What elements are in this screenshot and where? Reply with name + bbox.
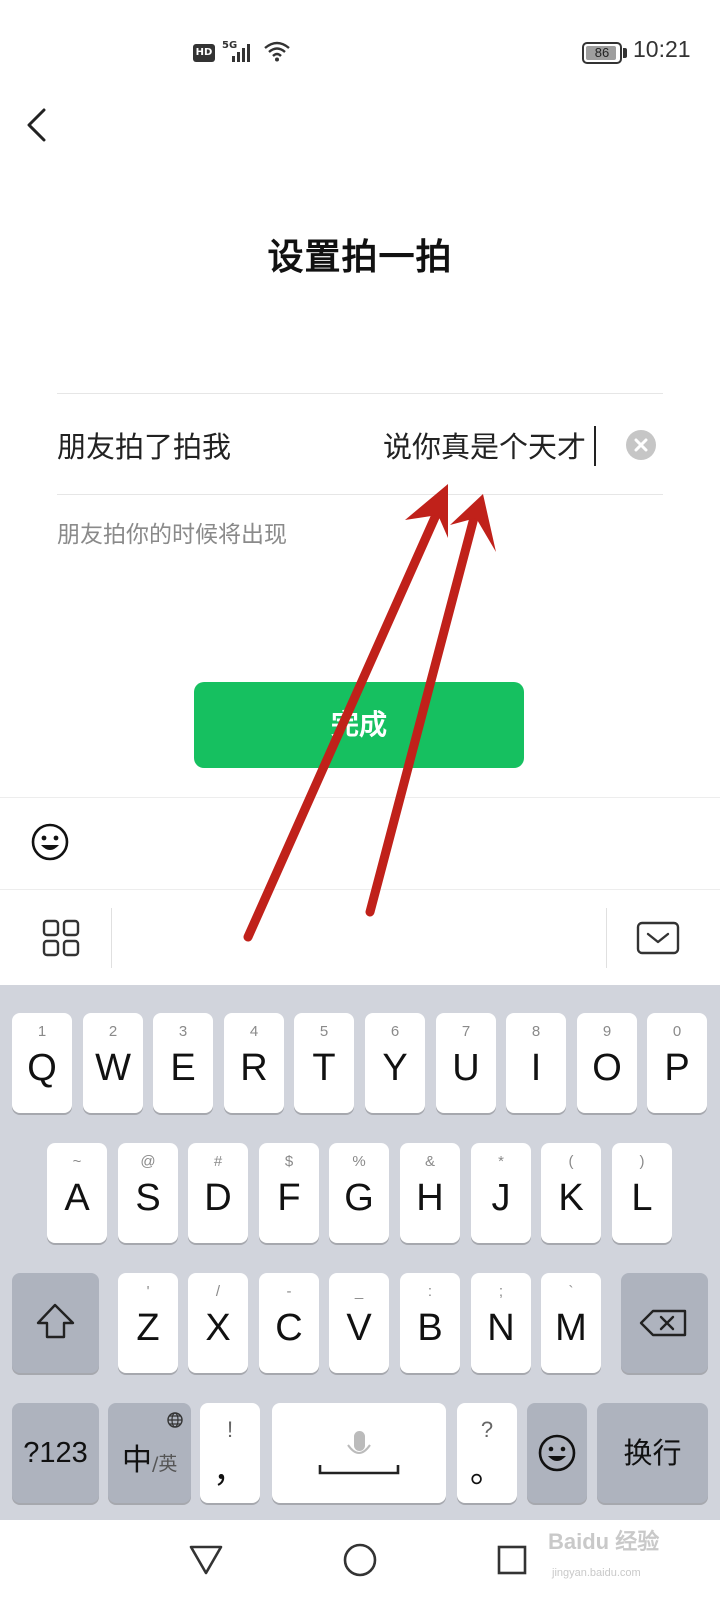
- globe-icon: [167, 1412, 183, 1428]
- emoji-button[interactable]: [30, 822, 70, 862]
- nav-home-button[interactable]: [330, 1530, 390, 1590]
- lang-alt-label: /英: [152, 1453, 178, 1475]
- watermark-url: jingyan.baidu.com: [552, 1567, 641, 1579]
- period-key[interactable]: ? 。: [457, 1403, 517, 1503]
- clear-x-icon: [634, 438, 648, 452]
- key-p[interactable]: 0P: [647, 1013, 707, 1113]
- keyboard-menu-button[interactable]: [8, 890, 118, 986]
- hd-icon: HD: [193, 44, 215, 62]
- lang-main-label: 中: [122, 1443, 152, 1478]
- battery-icon: 86: [582, 42, 622, 64]
- page-title: 设置拍一拍: [267, 237, 453, 278]
- nav-recents-button[interactable]: [482, 1530, 542, 1590]
- smiley-icon: [31, 823, 69, 861]
- field-hint: 朋友拍你的时候将出现: [57, 522, 287, 548]
- emoji-bar: [0, 797, 720, 889]
- grid-menu-icon: [42, 919, 80, 957]
- key-d[interactable]: # D: [188, 1143, 248, 1243]
- battery-level: 86: [594, 45, 610, 60]
- field-label: 朋友拍了拍我: [57, 430, 232, 464]
- key-s[interactable]: @ S: [118, 1143, 178, 1243]
- clock: 10:21: [633, 36, 691, 62]
- key-t[interactable]: 5T: [294, 1013, 354, 1113]
- key-n[interactable]: ; N: [471, 1273, 531, 1373]
- key-r[interactable]: 4R: [224, 1013, 284, 1113]
- key-v[interactable]: _ V: [329, 1273, 389, 1373]
- key-i[interactable]: 8I: [506, 1013, 566, 1113]
- hide-keyboard-button[interactable]: [608, 890, 718, 986]
- shift-key[interactable]: [12, 1273, 99, 1373]
- nav-back-button[interactable]: [176, 1530, 236, 1590]
- shift-arrow-icon: [36, 1303, 75, 1339]
- clear-input-button[interactable]: [626, 430, 656, 460]
- square-recents-icon: [497, 1545, 527, 1575]
- divider: [57, 494, 663, 495]
- signal-icon: [232, 44, 250, 62]
- key-k[interactable]: (K: [541, 1143, 601, 1243]
- key-w[interactable]: 2W: [83, 1013, 143, 1113]
- comma-key[interactable]: ! ，: [200, 1403, 260, 1503]
- key-o[interactable]: 9O: [577, 1013, 637, 1113]
- key-f[interactable]: $ F: [259, 1143, 319, 1243]
- smiley-icon: [538, 1434, 576, 1472]
- backspace-icon: [639, 1309, 687, 1337]
- key-q[interactable]: 1Q: [12, 1013, 72, 1113]
- chevron-left-icon: [27, 108, 46, 142]
- key-b[interactable]: :B: [400, 1273, 460, 1373]
- divider: [57, 393, 663, 394]
- backspace-key[interactable]: [621, 1273, 708, 1373]
- keyboard-emoji-key[interactable]: [527, 1403, 587, 1503]
- space-key[interactable]: [272, 1403, 446, 1503]
- key-a[interactable]: ~ A: [47, 1143, 107, 1243]
- language-switch-key[interactable]: 中 /英: [108, 1403, 191, 1503]
- key-h[interactable]: & H: [400, 1143, 460, 1243]
- key-e[interactable]: 3E: [153, 1013, 213, 1113]
- key-u[interactable]: 7U: [436, 1013, 496, 1113]
- key-z[interactable]: ' Z: [118, 1273, 178, 1373]
- key-c[interactable]: -C: [259, 1273, 319, 1373]
- microphone-icon: [318, 1431, 400, 1475]
- keyboard-hide-icon: [636, 921, 680, 955]
- back-button[interactable]: [18, 100, 58, 150]
- key-x[interactable]: / X: [188, 1273, 248, 1373]
- key-g[interactable]: % G: [329, 1143, 389, 1243]
- wifi-icon: [264, 41, 290, 62]
- circle-home-icon: [343, 1543, 377, 1577]
- soft-keyboard: 1Q 2W 3E 4R 5T 6Y 7U 8I 9O 0P ~ A @ S # D $…: [0, 985, 720, 1520]
- key-j[interactable]: * J: [471, 1143, 531, 1243]
- done-button[interactable]: 完成: [194, 682, 524, 768]
- enter-key[interactable]: 换行: [597, 1403, 708, 1503]
- text-caret: [594, 426, 596, 466]
- triangle-back-icon: [189, 1545, 223, 1575]
- watermark: Baidu 经验: [548, 1529, 660, 1554]
- status-bar: HD 5G 86 10:21: [0, 0, 720, 100]
- key-l[interactable]: ) L: [612, 1143, 672, 1243]
- pat-suffix-input[interactable]: 说你真是个天才: [383, 424, 586, 466]
- keyboard-toolbar: [0, 889, 720, 985]
- key-y[interactable]: 6Y: [365, 1013, 425, 1113]
- numbers-key[interactable]: ?123: [12, 1403, 99, 1503]
- key-m[interactable]: ` M: [541, 1273, 601, 1373]
